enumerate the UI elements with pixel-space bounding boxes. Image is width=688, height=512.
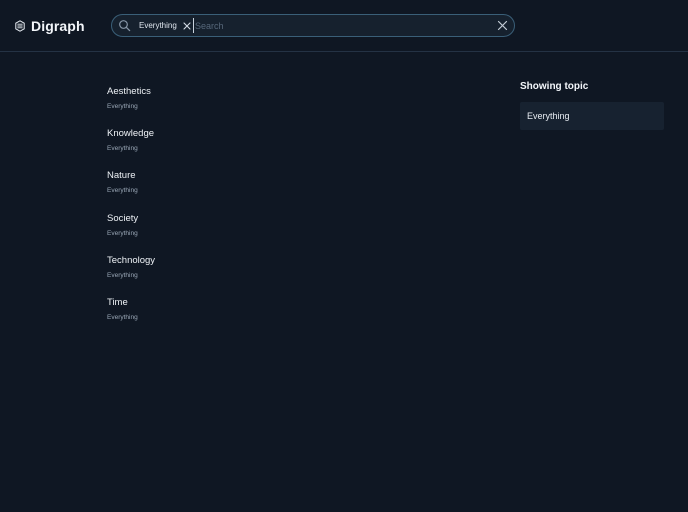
topic-parent[interactable]: Everything <box>107 145 407 153</box>
topic-item-knowledge[interactable]: Knowledge Everything <box>107 128 407 170</box>
topic-parent[interactable]: Everything <box>107 314 407 322</box>
topic-parent[interactable]: Everything <box>107 187 407 195</box>
current-topic-card[interactable]: Everything <box>520 102 664 130</box>
topic-item-time[interactable]: Time Everything <box>107 297 407 339</box>
brand-name: Digraph <box>31 18 85 34</box>
clear-search-icon[interactable] <box>497 20 508 31</box>
sidebar-title: Showing topic <box>520 81 589 92</box>
topic-sidebar: Showing topic Everything <box>520 81 664 130</box>
topic-item-society[interactable]: Society Everything <box>107 213 407 255</box>
search-box[interactable]: Everything <box>111 14 515 37</box>
topic-name[interactable]: Knowledge <box>107 128 407 140</box>
topic-item-technology[interactable]: Technology Everything <box>107 255 407 297</box>
selected-topic-label: Everything <box>139 20 177 30</box>
topic-name[interactable]: Society <box>107 213 407 225</box>
topic-list: Aesthetics Everything Knowledge Everythi… <box>107 86 407 339</box>
topic-name[interactable]: Nature <box>107 170 407 182</box>
topic-item-nature[interactable]: Nature Everything <box>107 170 407 212</box>
topic-parent[interactable]: Everything <box>107 272 407 280</box>
search-input[interactable] <box>193 18 483 33</box>
topic-parent[interactable]: Everything <box>107 103 407 111</box>
topic-name[interactable]: Technology <box>107 255 407 267</box>
topic-name[interactable]: Time <box>107 297 407 309</box>
home-link[interactable]: Digraph <box>15 18 85 34</box>
topic-parent[interactable]: Everything <box>107 230 407 238</box>
search-icon <box>119 20 131 32</box>
topic-name[interactable]: Aesthetics <box>107 86 407 98</box>
topic-item-aesthetics[interactable]: Aesthetics Everything <box>107 86 407 128</box>
remove-topic-icon[interactable] <box>183 21 191 30</box>
hexagon-nodes-icon <box>15 20 25 32</box>
selected-topic-chip: Everything <box>139 17 194 34</box>
top-bar: Digraph Everything <box>0 0 688 52</box>
